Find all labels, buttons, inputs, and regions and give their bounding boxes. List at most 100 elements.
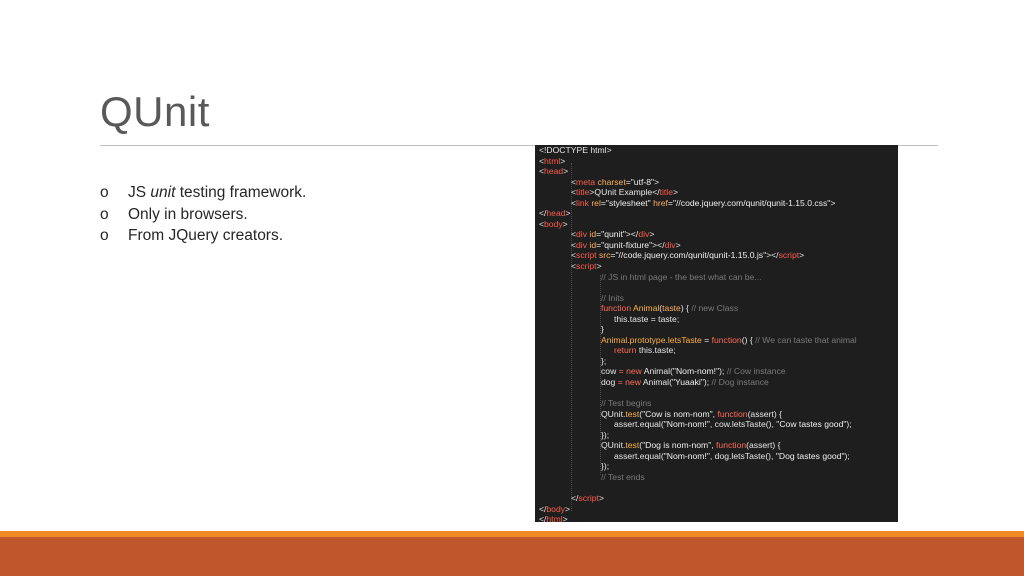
code-token: "stylesheet" — [605, 197, 651, 208]
code-token: "Nom-nom!" — [663, 419, 710, 430]
code-token: script — [576, 250, 597, 261]
code-token: "qunit-fixture" — [601, 239, 653, 250]
code-token: id — [587, 229, 597, 240]
code-token: > — [596, 261, 602, 272]
code-line: <meta charset="utf-8"> — [539, 177, 857, 188]
code-token: return — [614, 345, 639, 356]
bullet-text-part: Only in browsers. — [128, 205, 248, 223]
code-line: assert.equal("Nom-nom!", cow.letsTaste()… — [539, 419, 857, 430]
code-token: cow — [601, 366, 619, 377]
code-line: }); — [539, 461, 857, 472]
bullet-text-part: testing framework. — [175, 184, 307, 201]
code-token: = new — [618, 366, 644, 377]
code-line: function Animal(taste) { // new Class — [539, 303, 857, 314]
code-line: return this.taste; — [539, 345, 857, 356]
code-lines: <!DOCTYPE html> <html> <head> <meta charset… — [539, 145, 857, 522]
code-line: // Inits — [539, 293, 857, 304]
code-token: }; — [601, 355, 607, 366]
code-token: QUnit. — [601, 408, 626, 419]
code-token: function — [601, 303, 634, 314]
code-line: assert.equal("Nom-nom!", dog.letsTaste()… — [539, 451, 857, 462]
code-line: }; — [539, 356, 857, 367]
code-token: link — [576, 197, 589, 208]
code-token: "Nom-nom!" — [663, 450, 710, 461]
code-token: body — [546, 503, 566, 514]
code-line: }); — [539, 430, 857, 441]
code-line: QUnit.test("Cow is nom-nom", function(as… — [539, 409, 857, 420]
code-token: title — [576, 187, 590, 198]
bullet-item: o Only in browsers. — [100, 206, 306, 228]
code-token: > — [799, 250, 805, 261]
code-line: <div id="qunit-fixture"></div> — [539, 240, 857, 251]
code-token: , dog.letsTaste(), — [709, 450, 776, 461]
code-token: script — [576, 261, 597, 272]
code-token: href — [650, 197, 668, 208]
code-token: this.taste; — [638, 345, 676, 356]
code-token: ></ — [652, 239, 665, 250]
code-token: ) { — [680, 303, 692, 314]
code-token: // Test ends — [601, 471, 645, 482]
code-token: ); — [719, 366, 727, 377]
code-token: > — [562, 514, 568, 522]
code-token: > — [598, 493, 604, 504]
bullet-marker: o — [100, 205, 109, 223]
code-token: > — [830, 197, 836, 208]
code-token: // Test begins — [601, 398, 652, 409]
code-line: // Test ends — [539, 472, 857, 483]
code-token: function — [716, 440, 747, 451]
code-token: Animal.prototype.letsTaste — [601, 334, 702, 345]
code-token: assert.equal( — [614, 419, 664, 430]
bullet-text: Only in browsers. — [128, 206, 248, 224]
code-token: body — [544, 218, 563, 229]
bullet-text: From JQuery creators. — [128, 227, 283, 245]
bullet-text: JS unit testing framework. — [128, 184, 306, 202]
code-line: <div id="qunit"></div> — [539, 229, 857, 240]
code-token: id — [587, 239, 597, 250]
bullet-marker: o — [100, 227, 109, 244]
code-line: <html> — [539, 156, 857, 167]
code-line: // Test begins — [539, 398, 857, 409]
code-token: "qunit" — [601, 229, 626, 240]
code-line: <script src="//code.jquery.com/qunit/qun… — [539, 250, 857, 261]
code-token: > — [562, 218, 568, 229]
bullet-list: o JS unit testing framework. o Only in brow… — [100, 184, 306, 249]
code-token: > — [654, 176, 660, 187]
code-token: "Cow tastes good" — [776, 419, 847, 430]
code-token: test — [625, 408, 640, 419]
code-token: "Cow is nom-nom" — [642, 408, 713, 419]
code-token: // new Class — [691, 303, 739, 314]
code-token: // Dog instance — [711, 377, 769, 388]
bullet-item: o From JQuery creators. — [100, 227, 306, 249]
bullet-text-part: JS — [128, 184, 151, 201]
code-line: cow = new Animal("Nom-nom!"); // Cow ins… — [539, 366, 857, 377]
code-token: > — [563, 166, 569, 177]
code-token: > — [673, 187, 679, 198]
code-line: </head> — [539, 208, 857, 219]
code-token: ); — [703, 377, 712, 388]
code-token: <!DOCTYPE html> — [539, 145, 612, 155]
code-token: (assert) { — [746, 440, 781, 451]
code-token: ></ — [625, 229, 639, 240]
code-line: QUnit.test("Dog is nom-nom", function(as… — [539, 440, 857, 451]
code-token: > — [565, 208, 571, 219]
code-token: div — [576, 229, 588, 240]
code-token: test — [625, 440, 640, 451]
code-token: }); — [601, 429, 610, 440]
code-token: head — [546, 208, 566, 219]
code-screenshot: <!DOCTYPE html> <html> <head> <meta charset… — [535, 145, 898, 522]
code-line: </html> — [539, 514, 857, 522]
code-token: title — [659, 187, 673, 198]
code-token: > — [649, 229, 655, 240]
code-token: > — [560, 155, 566, 166]
code-token: = new — [617, 377, 643, 388]
code-token: "utf-8" — [630, 176, 655, 187]
code-token: taste — [662, 303, 681, 314]
code-token: head — [544, 166, 564, 177]
code-token: > — [675, 239, 681, 250]
code-line: this.taste = taste; — [539, 314, 857, 325]
code-token: "Dog is nom-nom" — [642, 440, 712, 451]
code-line: <title>QUnit Example</title> — [539, 187, 857, 198]
code-token: meta — [576, 176, 596, 187]
code-token: // Cow instance — [726, 366, 786, 377]
